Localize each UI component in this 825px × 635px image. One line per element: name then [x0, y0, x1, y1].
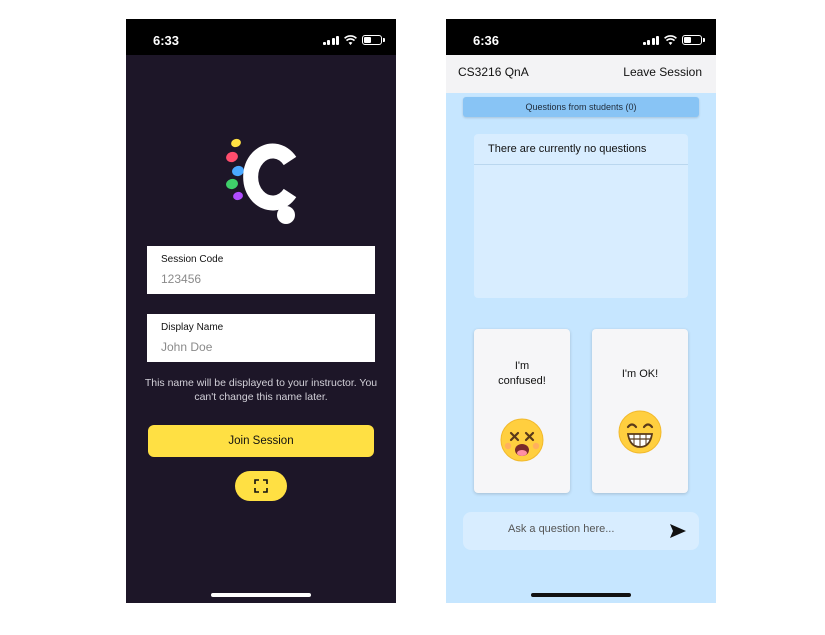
session-header: CS3216 QnA Leave Session: [446, 55, 716, 93]
join-screen: 6:33 Session Code Display Name This name…: [126, 19, 396, 603]
ask-question-bar: [463, 512, 699, 550]
grinning-face-icon: [618, 410, 662, 454]
join-session-button[interactable]: Join Session: [148, 425, 374, 457]
session-code-label: Session Code: [161, 254, 224, 265]
questions-tab[interactable]: Questions from students (0): [463, 97, 699, 117]
status-bar: 6:36: [446, 19, 716, 55]
session-code-input[interactable]: [161, 272, 361, 286]
confused-card[interactable]: I'm confused!: [474, 329, 570, 493]
app-logo: [226, 138, 297, 224]
confused-face-icon: [500, 418, 544, 462]
session-title: CS3216 QnA: [458, 65, 529, 79]
ok-card[interactable]: I'm OK!: [592, 329, 688, 493]
send-icon[interactable]: [669, 523, 687, 539]
scan-icon: [254, 479, 268, 493]
battery-icon: [362, 35, 385, 45]
status-bar: 6:33: [126, 19, 396, 55]
battery-icon: [682, 35, 705, 45]
ask-question-input[interactable]: [508, 523, 658, 535]
signal-icon: [322, 35, 339, 45]
questions-panel: There are currently no questions: [474, 134, 688, 298]
empty-questions-message: There are currently no questions: [474, 134, 688, 165]
status-time: 6:33: [153, 33, 180, 48]
signal-icon: [642, 35, 659, 45]
session-code-field: Session Code: [147, 246, 375, 294]
wifi-icon: [344, 35, 357, 45]
display-name-label: Display Name: [161, 322, 224, 333]
status-icons: [322, 34, 385, 46]
display-name-helper-text: This name will be displayed to your inst…: [144, 377, 378, 403]
confused-card-label: I'm confused!: [498, 360, 546, 387]
status-icons: [642, 34, 705, 46]
scan-qr-button[interactable]: [235, 471, 287, 501]
status-time: 6:36: [473, 33, 500, 48]
wifi-icon: [664, 35, 677, 45]
ok-card-label: I'm OK!: [621, 368, 659, 380]
leave-session-button[interactable]: Leave Session: [623, 65, 702, 79]
home-indicator: [531, 593, 631, 597]
display-name-field: Display Name: [147, 314, 375, 362]
home-indicator: [211, 593, 311, 597]
display-name-input[interactable]: [161, 340, 361, 354]
session-screen: 6:36 CS3216 QnA Leave Session Questions …: [446, 19, 716, 603]
